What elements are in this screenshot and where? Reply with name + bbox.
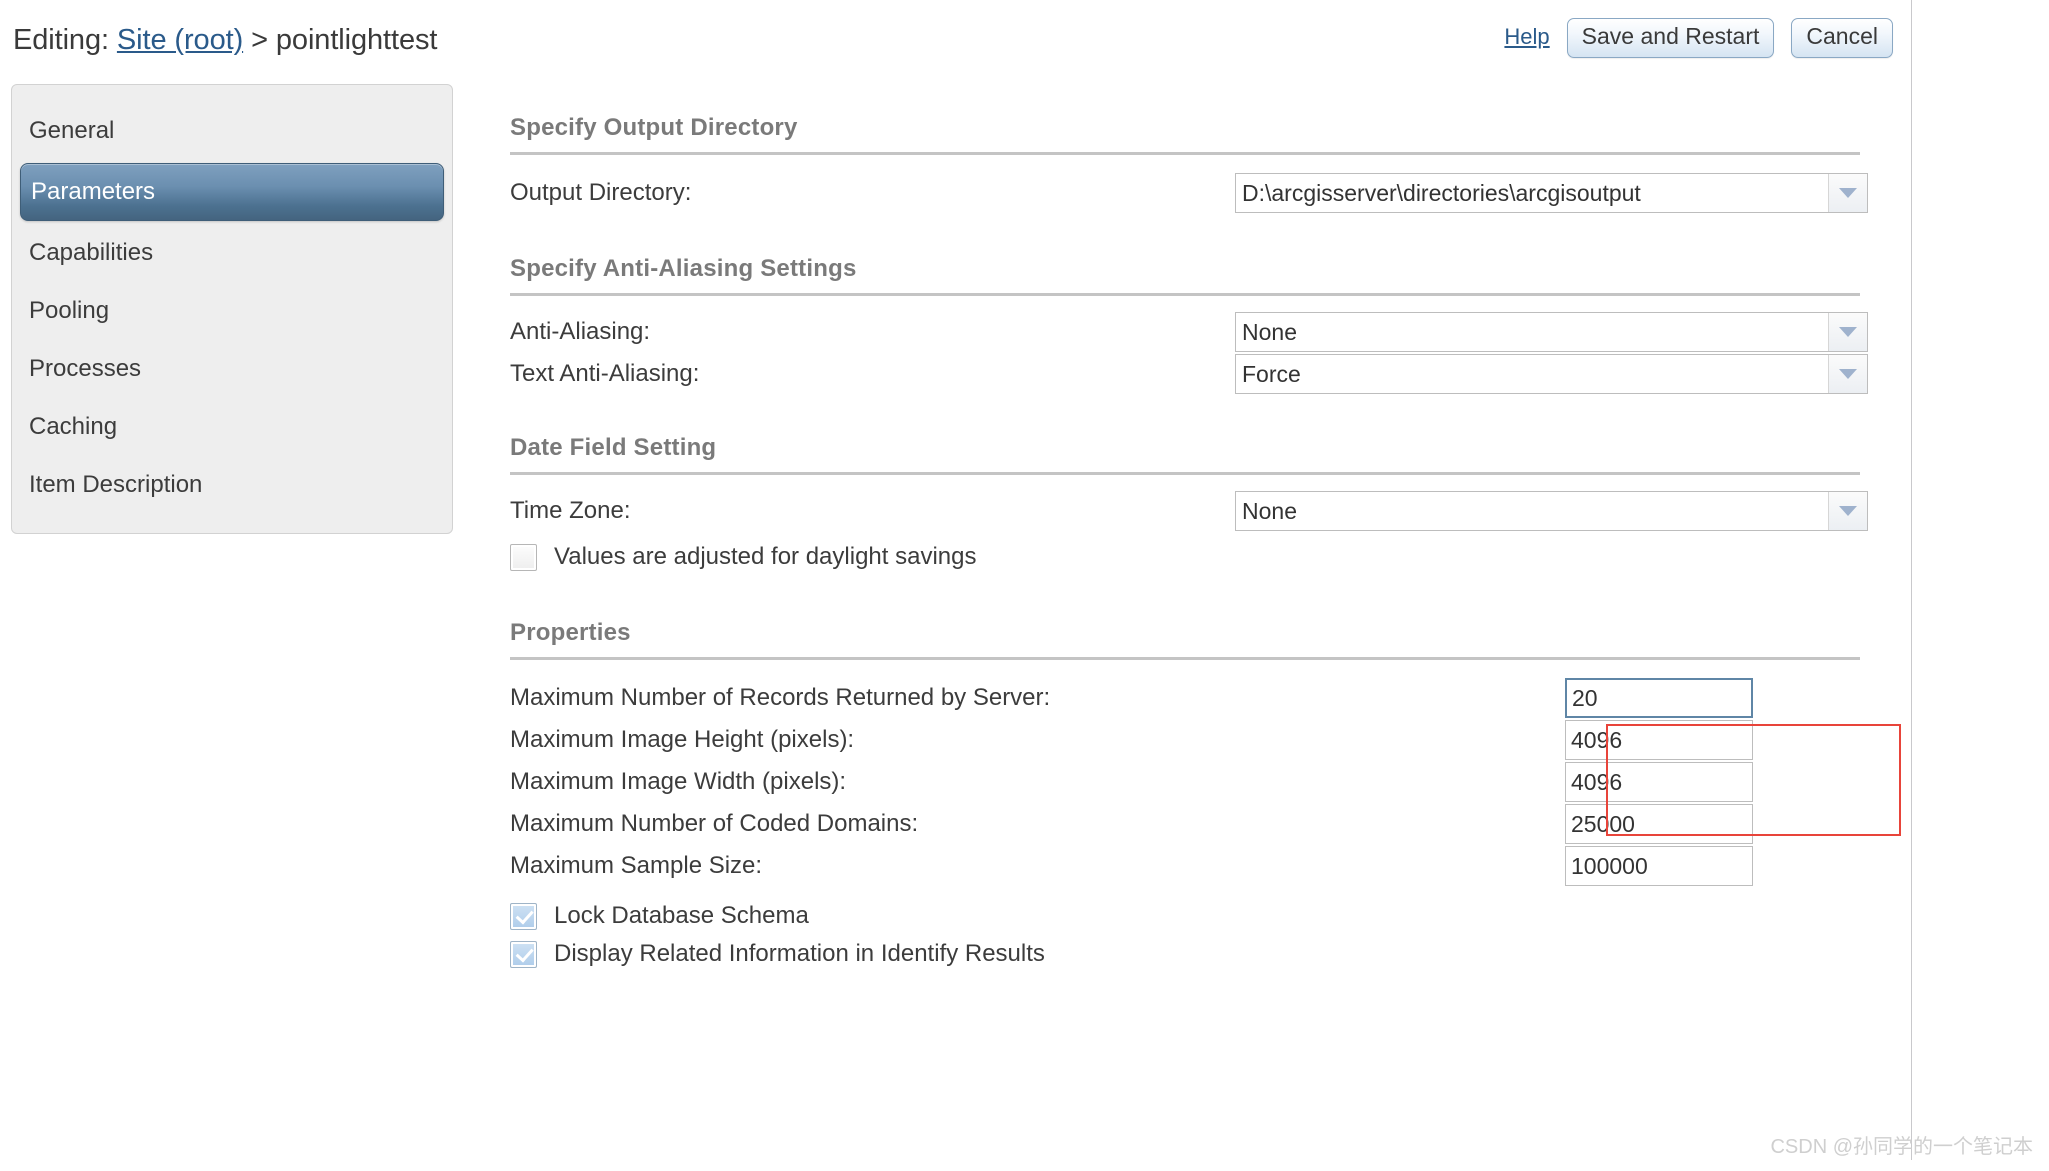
settings-sidebar: General Parameters Capabilities Pooling …: [11, 84, 453, 534]
section-title: Specify Output Directory: [510, 114, 798, 141]
chevron-down-icon[interactable]: [1828, 174, 1867, 212]
time-zone-value: None: [1242, 498, 1297, 524]
row-output-directory: Output Directory: D:\arcgisserver\direct…: [510, 165, 1868, 221]
section-anti-aliasing: Specify Anti-Aliasing Settings Anti-Alia…: [510, 255, 1868, 402]
sidebar-item-label: Pooling: [29, 297, 110, 324]
section-divider: [510, 472, 1860, 475]
cancel-button[interactable]: Cancel: [1791, 18, 1893, 59]
header-actions: Help Save and Restart Cancel: [1504, 18, 1893, 59]
chevron-down-icon[interactable]: [1828, 355, 1867, 393]
parameters-panel: Specify Output Directory Output Director…: [510, 84, 1868, 980]
output-directory-dropdown[interactable]: D:\arcgisserver\directories\arcgisoutput: [1235, 173, 1868, 213]
display-related-information-label: Display Related Information in Identify …: [554, 940, 1045, 967]
sidebar-item-item-description[interactable]: Item Description: [12, 459, 452, 511]
anti-aliasing-label: Anti-Aliasing:: [510, 318, 651, 345]
max-image-width-label: Maximum Image Width (pixels):: [510, 768, 847, 795]
max-records-label: Maximum Number of Records Returned by Se…: [510, 684, 1051, 711]
sidebar-item-general[interactable]: General: [12, 105, 452, 157]
section-date-field: Date Field Setting Time Zone: None Value…: [510, 434, 1868, 583]
row-time-zone: Time Zone: None: [510, 483, 1868, 539]
time-zone-label: Time Zone:: [510, 497, 631, 524]
section-title: Date Field Setting: [510, 434, 717, 461]
daylight-savings-checkbox[interactable]: [510, 543, 537, 571]
section-properties: Properties Maximum Number of Records Ret…: [510, 619, 1865, 980]
sidebar-item-parameters[interactable]: Parameters: [20, 163, 444, 221]
sidebar-item-label: Parameters: [31, 178, 156, 205]
text-anti-aliasing-dropdown[interactable]: Force: [1235, 354, 1868, 394]
save-and-restart-button[interactable]: Save and Restart: [1566, 18, 1775, 59]
chevron-down-icon[interactable]: [1828, 492, 1867, 530]
daylight-savings-label: Values are adjusted for daylight savings: [554, 543, 977, 570]
sidebar-item-label: General: [29, 117, 115, 144]
section-output-directory: Specify Output Directory Output Director…: [510, 114, 1868, 221]
panel-right-border: [1911, 0, 1912, 1160]
section-divider: [510, 293, 1860, 296]
section-title: Specify Anti-Aliasing Settings: [510, 255, 857, 282]
max-sample-size-input[interactable]: [1565, 846, 1753, 886]
watermark: CSDN @孙同学的一个笔记本: [1770, 1136, 2033, 1158]
page-header: Editing: Site (root) > pointlighttest He…: [0, 0, 1911, 72]
sidebar-item-caching[interactable]: Caching: [12, 401, 452, 453]
section-title: Properties: [510, 619, 631, 646]
output-directory-label: Output Directory:: [510, 179, 692, 206]
breadcrumb-separator: >: [251, 24, 268, 56]
sidebar-item-label: Processes: [29, 355, 142, 382]
lock-database-schema-checkbox[interactable]: [510, 902, 537, 930]
section-divider: [510, 152, 1860, 155]
page-title: Editing: Site (root) > pointlighttest: [13, 24, 437, 57]
sidebar-item-pooling[interactable]: Pooling: [12, 285, 452, 337]
sidebar-item-label: Caching: [29, 413, 118, 440]
display-related-information-checkbox[interactable]: [510, 940, 537, 968]
time-zone-dropdown[interactable]: None: [1235, 491, 1868, 531]
lock-database-schema-label: Lock Database Schema: [554, 902, 809, 929]
max-coded-domains-label: Maximum Number of Coded Domains:: [510, 810, 919, 837]
sidebar-item-label: Item Description: [29, 471, 203, 498]
max-sample-size-label: Maximum Sample Size:: [510, 852, 763, 879]
display-related-information-row[interactable]: Display Related Information in Identify …: [510, 928, 1865, 980]
sidebar-item-processes[interactable]: Processes: [12, 343, 452, 395]
breadcrumb-site-root-link[interactable]: Site (root): [117, 24, 243, 56]
text-anti-aliasing-value: Force: [1242, 361, 1301, 387]
text-anti-aliasing-label: Text Anti-Aliasing:: [510, 360, 700, 387]
output-directory-value: D:\arcgisserver\directories\arcgisoutput: [1242, 180, 1641, 206]
max-image-height-label: Maximum Image Height (pixels):: [510, 726, 855, 753]
breadcrumb-current-service: pointlighttest: [275, 24, 438, 56]
sidebar-item-capabilities[interactable]: Capabilities: [12, 227, 452, 279]
row-max-sample-size: Maximum Sample Size:: [510, 838, 1865, 894]
row-text-anti-aliasing: Text Anti-Aliasing: Force: [510, 346, 1868, 402]
help-link[interactable]: Help: [1504, 24, 1549, 52]
sidebar-item-label: Capabilities: [29, 239, 154, 266]
section-divider: [510, 657, 1860, 660]
page-title-prefix: Editing:: [13, 24, 109, 56]
